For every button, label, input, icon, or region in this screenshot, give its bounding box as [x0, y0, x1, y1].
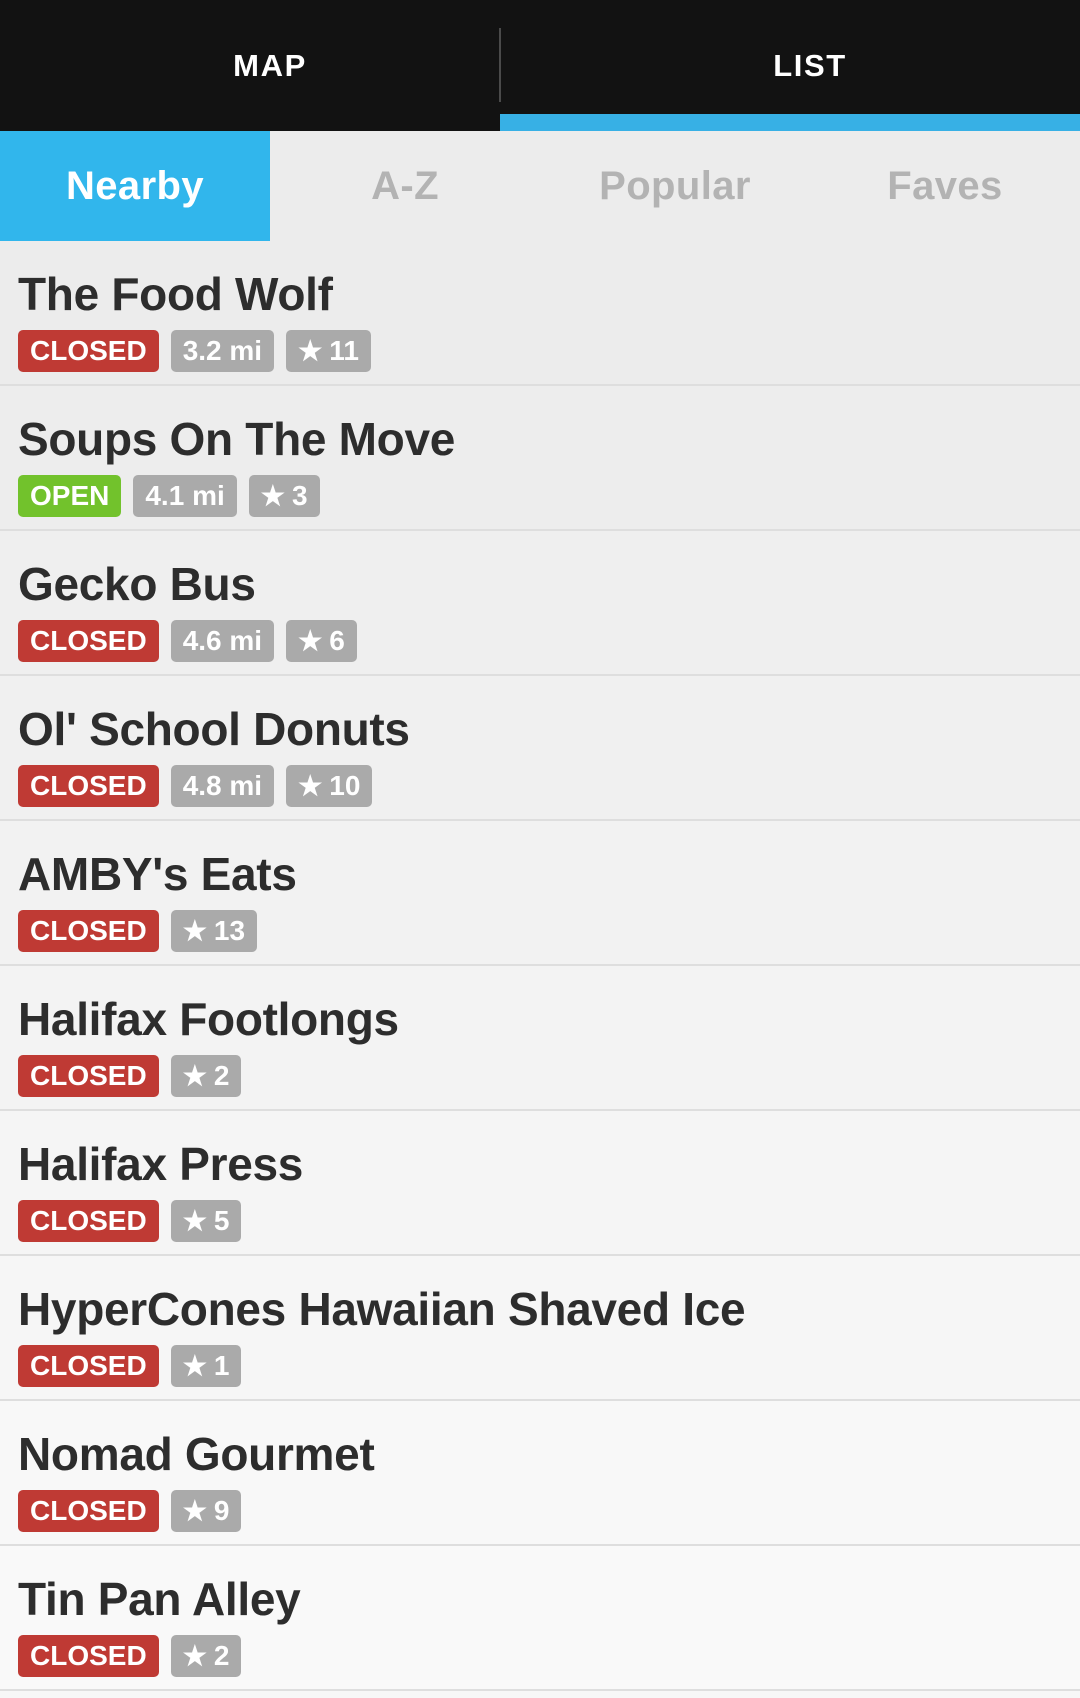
list-item-title: Tin Pan Alley — [18, 1573, 301, 1625]
tab-list-active-indicator — [500, 114, 1080, 131]
star-icon: ★ — [260, 481, 285, 511]
rating-badge: ★ 2 — [170, 1055, 242, 1097]
rating-value: 5 — [213, 1205, 230, 1236]
star-icon: ★ — [298, 771, 323, 801]
list-item-title: Halifax Press — [18, 1138, 304, 1190]
list-item-badges: CLOSED ★ 13 — [18, 910, 1080, 952]
rating-badge: ★ 2 — [170, 1635, 242, 1677]
list-item[interactable]: Soups On The Move OPEN 4.1 mi ★ 3 — [0, 386, 1080, 531]
list-item-badges: CLOSED ★ 9 — [18, 1490, 1080, 1532]
rating-badge: ★ 13 — [170, 910, 258, 952]
list-item-title: AMBY's Eats — [18, 848, 297, 900]
status-badge: CLOSED — [18, 1055, 159, 1097]
distance-badge: 4.1 mi — [133, 475, 237, 517]
sort-tab-nearby[interactable]: Nearby — [0, 131, 270, 241]
star-icon: ★ — [182, 1351, 207, 1381]
tab-list[interactable]: LIST — [540, 0, 1080, 131]
distance-badge: 3.2 mi — [170, 330, 275, 372]
list-item-title: Nomad Gourmet — [18, 1428, 375, 1480]
list-item-badges: CLOSED 4.8 mi ★ 10 — [18, 765, 1080, 807]
list-item[interactable]: Nomad Gourmet CLOSED ★ 9 — [0, 1401, 1080, 1546]
food-truck-list[interactable]: The Food Wolf CLOSED 3.2 mi ★ 11 Soups On The… — [0, 241, 1080, 1698]
list-item-badges: OPEN 4.1 mi ★ 3 — [18, 475, 1080, 517]
list-item[interactable]: Ol' School Donuts CLOSED 4.8 mi ★ 10 — [0, 676, 1080, 821]
rating-value: 11 — [329, 335, 359, 366]
list-item[interactable]: Gecko Bus CLOSED 4.6 mi ★ 6 — [0, 531, 1080, 676]
sort-tab-faves-label: Faves — [887, 163, 1003, 208]
status-badge: CLOSED — [18, 910, 159, 952]
list-item[interactable]: The Food Wolf CLOSED 3.2 mi ★ 11 — [0, 241, 1080, 386]
rating-value: 10 — [329, 770, 361, 801]
star-icon: ★ — [298, 626, 323, 656]
rating-badge: ★ 11 — [286, 330, 371, 372]
rating-value: 2 — [213, 1060, 230, 1091]
list-item[interactable]: Halifax Press CLOSED ★ 5 — [0, 1111, 1080, 1256]
star-icon: ★ — [182, 1641, 207, 1671]
sort-tab-a-z-label: A-Z — [371, 163, 439, 208]
list-item-badges: CLOSED ★ 2 — [18, 1055, 1080, 1097]
status-badge: OPEN — [18, 475, 122, 517]
status-badge: CLOSED — [18, 1635, 159, 1677]
sort-tab-bar: Nearby A-Z Popular Faves — [0, 131, 1080, 241]
list-item-badges: CLOSED 4.6 mi ★ 6 — [18, 620, 1080, 662]
tab-map-label: MAP — [233, 47, 307, 83]
rating-value: 1 — [213, 1350, 230, 1381]
status-badge: CLOSED — [18, 1345, 159, 1387]
sort-tab-faves[interactable]: Faves — [810, 131, 1080, 241]
list-item-title: Soups On The Move — [18, 413, 456, 465]
list-item[interactable]: Tin Pan Alley CLOSED ★ 2 — [0, 1546, 1080, 1691]
rating-value: 3 — [291, 480, 308, 511]
list-item[interactable]: AMBY's Eats CLOSED ★ 13 — [0, 821, 1080, 966]
list-item[interactable]: HyperCones Hawaiian Shaved Ice CLOSED ★ 1 — [0, 1256, 1080, 1401]
sort-tab-popular[interactable]: Popular — [540, 131, 810, 241]
tab-list-label: LIST — [773, 47, 847, 83]
sort-tab-nearby-label: Nearby — [65, 163, 205, 208]
list-item-title: Ol' School Donuts — [18, 703, 410, 755]
distance-badge: 4.6 mi — [170, 620, 275, 662]
list-item-title: Gecko Bus — [18, 558, 256, 610]
status-badge: CLOSED — [18, 765, 159, 807]
distance-badge: 4.8 mi — [170, 765, 275, 807]
status-badge: CLOSED — [18, 1200, 159, 1242]
rating-badge: ★ 3 — [248, 475, 320, 517]
rating-badge: ★ 1 — [170, 1345, 242, 1387]
list-item[interactable]: Halifax Footlongs CLOSED ★ 2 — [0, 966, 1080, 1111]
star-icon: ★ — [182, 1061, 207, 1091]
status-badge: CLOSED — [18, 1490, 159, 1532]
list-item-badges: CLOSED 3.2 mi ★ 11 — [18, 330, 1080, 372]
star-icon: ★ — [182, 916, 207, 946]
rating-value: 6 — [329, 625, 345, 656]
rating-value: 9 — [213, 1495, 230, 1526]
status-badge: CLOSED — [18, 620, 159, 662]
sort-tab-popular-label: Popular — [599, 163, 751, 208]
sort-tab-a-z[interactable]: A-Z — [270, 131, 540, 241]
star-icon: ★ — [182, 1206, 207, 1236]
status-badge: CLOSED — [18, 330, 159, 372]
rating-badge: ★ 9 — [170, 1490, 242, 1532]
rating-badge: ★ 5 — [170, 1200, 242, 1242]
list-item-title: HyperCones Hawaiian Shaved Ice — [18, 1283, 746, 1335]
rating-badge: ★ 10 — [286, 765, 373, 807]
tab-map[interactable]: MAP — [0, 0, 540, 131]
list-item-badges: CLOSED ★ 2 — [18, 1635, 1080, 1677]
rating-badge: ★ 6 — [286, 620, 357, 662]
top-tab-bar: MAP LIST — [0, 0, 1080, 131]
top-tab-divider — [499, 28, 501, 102]
rating-value: 13 — [213, 915, 246, 946]
rating-value: 2 — [213, 1640, 230, 1671]
list-item-badges: CLOSED ★ 1 — [18, 1345, 1080, 1387]
list-item-title: The Food Wolf — [18, 268, 333, 320]
list-item-title: Halifax Footlongs — [18, 993, 399, 1045]
star-icon: ★ — [298, 336, 323, 366]
list-item-badges: CLOSED ★ 5 — [18, 1200, 1080, 1242]
star-icon: ★ — [182, 1496, 207, 1526]
